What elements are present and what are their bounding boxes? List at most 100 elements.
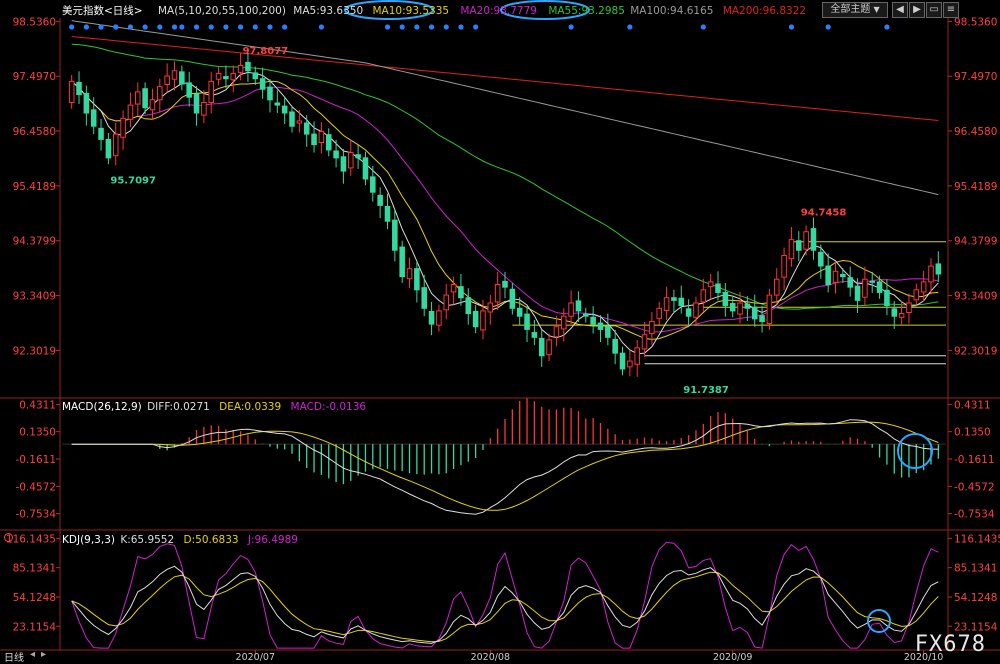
candle-body [193, 93, 200, 114]
candle-body [796, 240, 802, 251]
candle-body [83, 92, 90, 114]
ma100-value: MA100:94.6165 [630, 5, 714, 17]
event-dot [69, 24, 75, 30]
ma10-value: MA10:93.5335 [372, 5, 450, 17]
candle-body [487, 302, 494, 313]
kdj-d: D:50.6833 [183, 534, 239, 546]
event-dot [443, 24, 449, 30]
event-dot [788, 24, 795, 30]
candle-body [568, 302, 574, 317]
candle-body [531, 332, 538, 338]
tab-next-icon[interactable]: ▸ [41, 649, 46, 660]
candle-body [876, 281, 883, 293]
event-dot [208, 24, 214, 30]
kdj-d-line [71, 571, 939, 643]
highlight-macd-cross [897, 433, 933, 469]
price-axis-label-right: 97.4970 [954, 71, 997, 83]
macd-value: MACD:-0.0136 [290, 401, 367, 413]
candle-body [340, 156, 347, 172]
candle-body [722, 291, 729, 307]
macd-axis-label-right: -0.4572 [954, 481, 995, 493]
minimize-icon[interactable]: ▭ [926, 2, 942, 18]
candle-body [311, 133, 317, 146]
macd-axis-label-left: 0.4311 [19, 399, 56, 411]
candle-body [685, 308, 692, 317]
kdj-axis-label-left: 116.1435 [6, 533, 56, 545]
candle-body [920, 281, 927, 293]
event-dot [127, 24, 134, 30]
prev-icon[interactable]: ◀ [892, 2, 908, 18]
kdj-k-line [71, 565, 939, 644]
macd-header: MACD(26,12,9) DIFF:0.0271 DEA:0.0339 MAC… [62, 401, 366, 413]
candle-body [538, 337, 545, 357]
indicator-settings-icon[interactable] [4, 533, 13, 542]
candle-body [186, 82, 192, 98]
theme-select[interactable]: 全部主题 ▼ [822, 2, 888, 18]
main-header: 美元指数<日线> MA(5,10,20,55,100,200) MA5:93.6… [62, 3, 806, 18]
ma-params: MA(5,10,20,55,100,200) [157, 5, 286, 17]
candle-body [700, 289, 707, 303]
candle-body [715, 283, 721, 293]
next-icon[interactable]: ▶ [909, 2, 925, 18]
event-dot [252, 24, 258, 30]
event-dots [69, 24, 890, 30]
macd-axis-label-left: 0.1350 [19, 427, 56, 439]
ma200-value: MA200:96.8322 [722, 5, 807, 17]
macd-axis-label-left: -0.4572 [15, 481, 56, 493]
candle-body [142, 88, 148, 109]
candle-body [149, 99, 156, 111]
candle-body [164, 75, 170, 86]
candle-body [854, 285, 861, 301]
candle-body [157, 86, 163, 101]
candle-body [230, 72, 237, 81]
event-dot [157, 24, 163, 30]
price-annotations: 97.8077 95.7097 94.7458 91.7387 [110, 46, 846, 396]
candle-body [840, 274, 846, 278]
candle-body [362, 157, 369, 180]
candle-body [318, 130, 325, 144]
candle-body [634, 347, 640, 365]
period-tab-bar: 日线 ◂ ▸ [0, 649, 60, 664]
candle-body [869, 280, 876, 283]
candle-body [325, 134, 332, 151]
candle-body [737, 302, 743, 315]
candle-body [788, 239, 795, 260]
tab-prev-icon[interactable]: ◂ [30, 649, 35, 660]
candle-body [494, 284, 501, 303]
macd-axis-label-right: -0.7534 [954, 509, 995, 521]
event-dot [318, 24, 324, 30]
candle-body [656, 307, 663, 319]
chart-canvas[interactable]: 97.8077 95.7097 94.7458 91.7387 98.5360 98.5… [0, 0, 1000, 663]
candle-body [781, 255, 787, 278]
settings-icon[interactable]: ≡ [943, 2, 959, 18]
event-dot [568, 24, 574, 30]
event-dot [384, 24, 391, 30]
candle-body [627, 360, 633, 368]
candle-body [766, 294, 773, 325]
symbol-title: 美元指数<日线> [62, 5, 143, 17]
candle-body [862, 278, 868, 298]
event-dot [83, 24, 89, 30]
kdj-axis-label-left: 23.1154 [13, 621, 57, 633]
candle-body [928, 265, 934, 283]
candle-body [237, 65, 244, 73]
candle-body [223, 76, 229, 80]
brand-watermark: FX678 [914, 632, 986, 657]
candle-body [605, 325, 611, 338]
theme-select-label: 全部主题 [830, 4, 871, 15]
candle-body [619, 352, 626, 370]
event-dot [179, 24, 185, 30]
price-axis-label-right: 95.4189 [954, 181, 997, 193]
price-axis-label-right: 96.4580 [954, 126, 997, 138]
candle-body [296, 120, 303, 124]
price-axis-label-left: 95.4189 [13, 181, 56, 193]
macd-axis-label-right: -0.1611 [954, 454, 995, 466]
candle-body [898, 313, 905, 318]
candle-body [751, 306, 758, 320]
kdj-axis-label-left: 54.1248 [13, 592, 56, 604]
price-axis-label-right: 94.3799 [954, 236, 997, 248]
candle-body [480, 310, 486, 331]
extreme-price-label: 97.8077 [243, 46, 289, 57]
candle-body [281, 105, 288, 114]
tab-daily[interactable]: 日线 [4, 649, 24, 664]
